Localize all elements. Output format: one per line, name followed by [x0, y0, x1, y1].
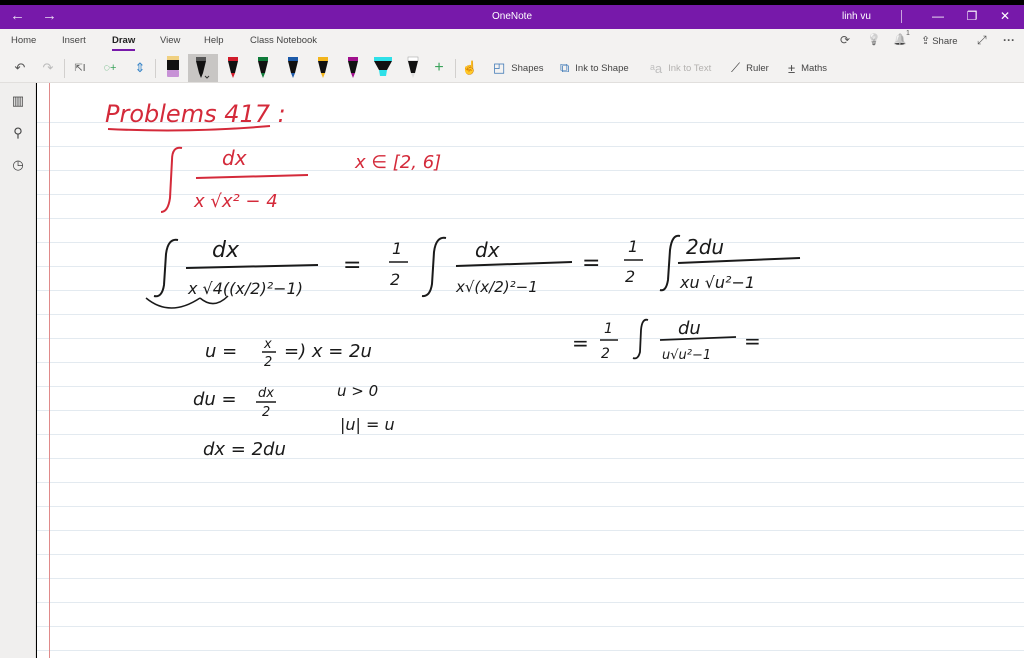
pen-icon [196, 57, 210, 79]
sync-icon[interactable]: ⟳ [840, 33, 850, 47]
ruler-label: Ruler [746, 62, 769, 74]
highlighter-cyan-tool[interactable] [370, 54, 396, 82]
restore-button[interactable]: ❐ [962, 8, 982, 24]
pen-black-tool[interactable] [188, 54, 218, 82]
pen-red-tool[interactable] [220, 54, 246, 82]
page-margin-line [49, 83, 50, 658]
toolbar-divider [455, 59, 456, 78]
pen-icon [348, 57, 358, 78]
draw-toolbar: ↶ ↷ ⇱I ◌+ ⇕ + ☝ ◰ Shapes ⧉ Ink to Shape ᵃa… [0, 53, 1024, 83]
ink-to-shape-button[interactable]: ⧉ Ink to Shape [560, 58, 629, 78]
share-button[interactable]: ⇪ Share [921, 34, 958, 47]
notebooks-icon[interactable]: ▥ [7, 91, 29, 111]
tab-class-notebook[interactable]: Class Notebook [250, 35, 317, 46]
note-page-canvas[interactable] [37, 83, 1024, 658]
fullscreen-icon[interactable]: ⤢ [977, 33, 987, 48]
pen-white-tool[interactable] [400, 54, 426, 82]
recent-notes-icon[interactable]: ◷ [7, 155, 29, 175]
ruler-icon: ⟋ [731, 60, 741, 75]
lightbulb-icon[interactable]: 💡 [867, 33, 881, 46]
shapes-label: Shapes [511, 62, 544, 74]
touch-draw-icon[interactable]: ☝ [461, 58, 479, 78]
highlighter-icon [374, 57, 392, 76]
shapes-icon: ◰ [493, 60, 506, 75]
notification-count-badge: 1 [906, 30, 910, 37]
undo-icon[interactable]: ↶ [10, 58, 30, 78]
notifications-bell-icon[interactable]: 🔔 [893, 33, 907, 46]
ink-to-shape-icon: ⧉ [560, 60, 570, 75]
tab-draw[interactable]: Draw [112, 35, 136, 51]
ink-to-shape-label: Ink to Shape [575, 62, 629, 74]
title-bar: ← → OneNote linh vu — ❐ ✕ [0, 5, 1024, 29]
tab-help[interactable]: Help [204, 35, 224, 46]
redo-icon[interactable]: ↷ [38, 58, 58, 78]
ink-to-text-icon: ᵃa [650, 60, 663, 76]
pen-green-tool[interactable] [250, 54, 276, 82]
close-button[interactable]: ✕ [995, 8, 1015, 24]
pen-magenta-tool[interactable] [340, 54, 366, 82]
pen-icon [318, 57, 328, 78]
toolbar-divider [155, 59, 156, 78]
maths-label: Maths [801, 62, 828, 74]
pen-icon [258, 57, 268, 78]
pen-blue-tool[interactable] [280, 54, 306, 82]
ruler-button[interactable]: ⟋ Ruler [731, 58, 769, 78]
navigation-sidebar: ▥ ⚲ ◷ [0, 83, 36, 658]
ink-to-text-button[interactable]: ᵃa Ink to Text [650, 58, 711, 78]
lasso-select-icon[interactable]: ◌+ [100, 58, 120, 78]
share-label: Share [932, 36, 958, 47]
minimize-button[interactable]: — [928, 8, 948, 24]
toolbar-divider [64, 59, 65, 78]
ribbon-tabs: Home Insert Draw View Help Class Noteboo… [0, 29, 1024, 53]
user-name[interactable]: linh vu [842, 11, 871, 22]
maths-icon: ± [788, 60, 796, 76]
eraser-icon [167, 56, 179, 77]
pen-yellow-tool[interactable] [310, 54, 336, 82]
ribbon: Home Insert Draw View Help Class Noteboo… [0, 29, 1024, 83]
share-icon: ⇪ [921, 35, 931, 47]
tab-insert[interactable]: Insert [62, 35, 86, 46]
maths-button[interactable]: ± Maths [788, 58, 827, 78]
search-icon[interactable]: ⚲ [7, 123, 29, 143]
ink-to-text-label: Ink to Text [668, 62, 712, 74]
pen-icon [228, 57, 238, 78]
shapes-button[interactable]: ◰ Shapes [493, 58, 544, 78]
add-pen-icon[interactable]: + [430, 58, 448, 78]
titlebar-divider [901, 10, 902, 23]
tab-view[interactable]: View [160, 35, 180, 46]
more-options-icon[interactable]: ··· [1003, 33, 1015, 47]
pen-icon [288, 57, 298, 78]
add-space-icon[interactable]: ⇕ [130, 58, 150, 78]
tab-home[interactable]: Home [11, 35, 36, 46]
eraser-tool[interactable] [160, 54, 186, 82]
pen-icon [407, 56, 419, 78]
lasso-text-select-icon[interactable]: ⇱I [70, 58, 90, 78]
